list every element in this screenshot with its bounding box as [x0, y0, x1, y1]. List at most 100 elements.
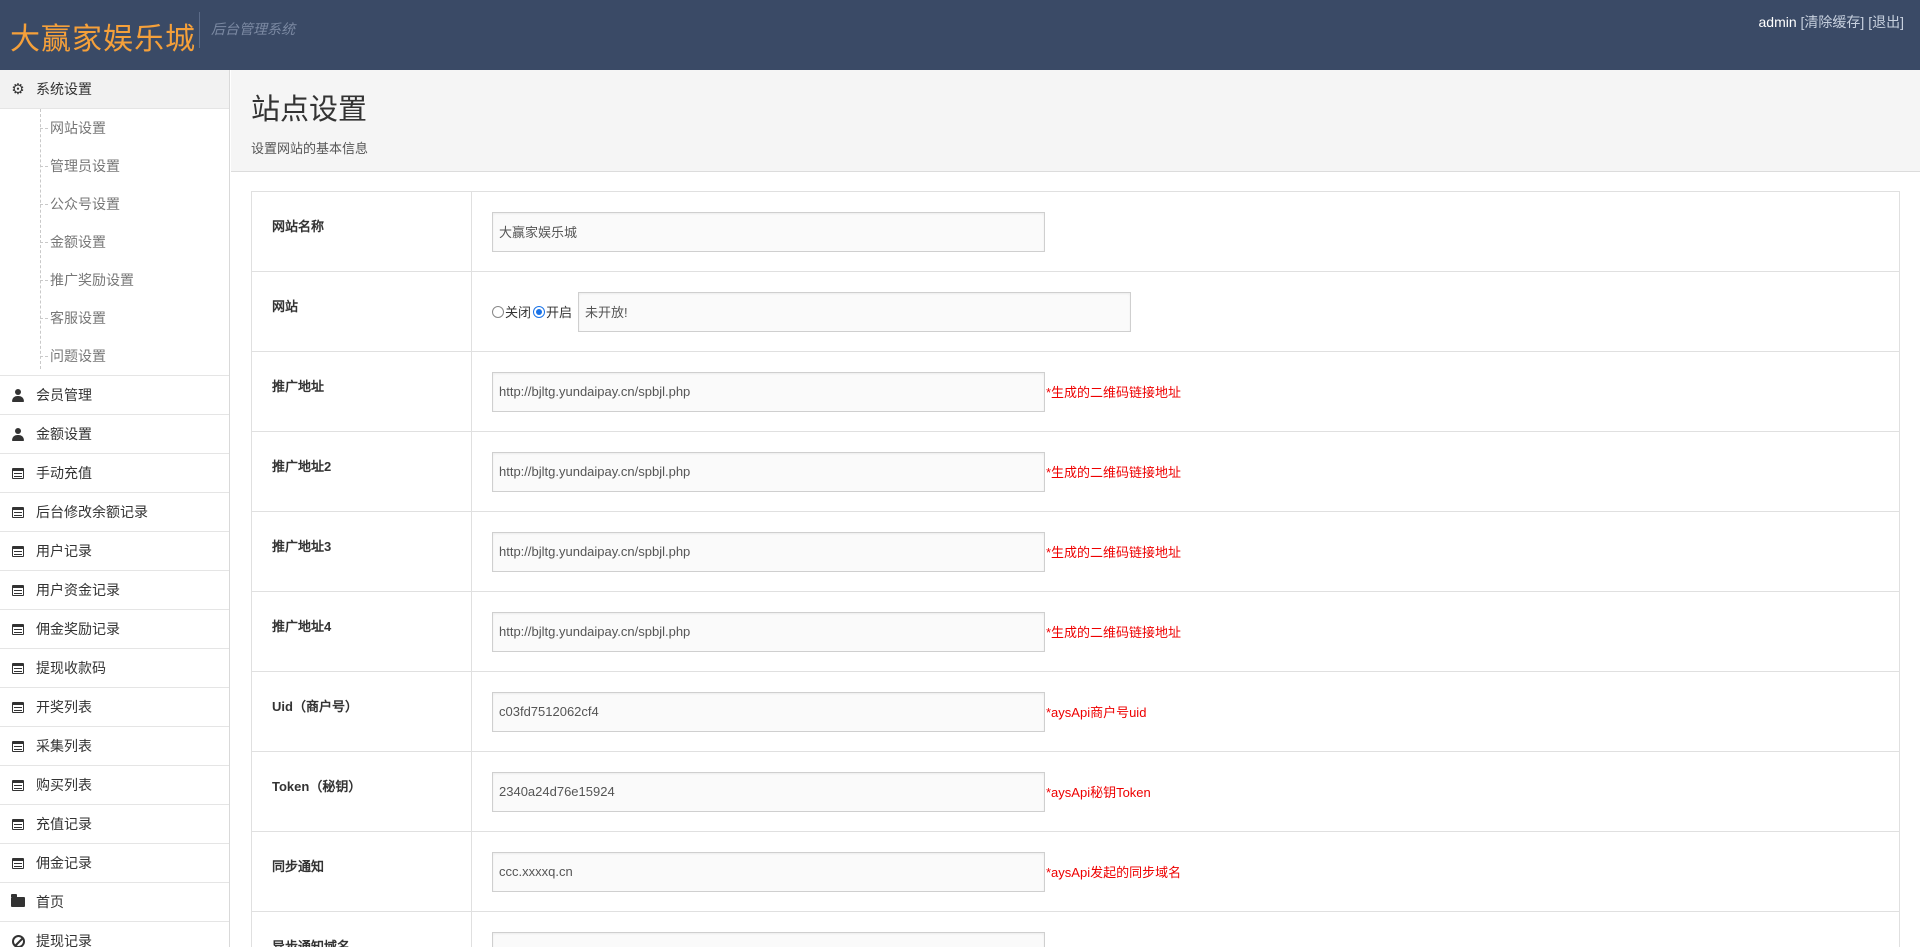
ban-icon — [10, 934, 26, 947]
field-hint: *生成的二维码链接地址 — [1046, 385, 1182, 400]
closed-message-input[interactable] — [578, 291, 1132, 332]
submenu-item-site-settings[interactable]: 网站设置 — [0, 109, 229, 147]
field-hint: *aysApi发起的同步域名 — [1046, 865, 1182, 880]
user-icon — [10, 427, 26, 441]
sidebar-item-collect-list[interactable]: 采集列表 — [0, 727, 229, 766]
system-subtitle: 后台管理系统 — [211, 21, 295, 37]
field-hint: *aysApi秘钥Token — [1046, 785, 1151, 800]
page-title: 站点设置 — [251, 92, 368, 126]
sidebar-item-label: 系统设置 — [36, 81, 92, 97]
sidebar-item-withdraw-records[interactable]: 提现记录 — [0, 922, 229, 947]
field-label: Uid（商户号） — [252, 672, 472, 751]
promo-url-3-input[interactable] — [492, 531, 1045, 572]
field-label: Token（秘钥） — [252, 752, 472, 831]
field-hint: *生成的二维码链接地址 — [1046, 465, 1182, 480]
logout-link[interactable]: [退出] — [1868, 14, 1904, 30]
field-label: 同步通知 — [252, 832, 472, 911]
clear-cache-link[interactable]: [清除缓存] — [1801, 14, 1865, 30]
radio-label: 关闭 — [505, 305, 532, 320]
submenu-item-amount-settings[interactable]: 金额设置 — [0, 223, 229, 261]
sidebar-item-label: 用户记录 — [36, 543, 92, 559]
field-label: 推广地址4 — [252, 592, 472, 671]
radio-label: 开启 — [546, 305, 573, 320]
sidebar-item-recharge-records[interactable]: 充值记录 — [0, 805, 229, 844]
async-notify-input[interactable] — [492, 931, 1045, 947]
sidebar-item-system-settings[interactable]: ⚙ 系统设置 — [0, 70, 229, 109]
calendar-icon — [10, 583, 26, 597]
sidebar-item-commission-records[interactable]: 佣金记录 — [0, 844, 229, 883]
page-header: 站点设置 设置网站的基本信息 — [231, 70, 1920, 172]
sidebar-item-label: 手动充值 — [36, 465, 92, 481]
user-area: admin [清除缓存] [退出] — [1759, 12, 1904, 32]
sidebar-item-label: 充值记录 — [36, 816, 92, 832]
sidebar-item-balance-change-log[interactable]: 后台修改余额记录 — [0, 493, 229, 532]
submenu-item-promo-reward-settings[interactable]: 推广奖励设置 — [0, 261, 229, 299]
form-row-promo-url-3: 推广地址3 *生成的二维码链接地址 — [252, 512, 1899, 592]
folder-open-icon — [10, 894, 26, 909]
sidebar-item-user-records[interactable]: 用户记录 — [0, 532, 229, 571]
form-row-promo-url-4: 推广地址4 *生成的二维码链接地址 — [252, 592, 1899, 672]
submenu-item-wechat-settings[interactable]: 公众号设置 — [0, 185, 229, 223]
sidebar-item-label: 佣金奖励记录 — [36, 621, 120, 637]
site-on-radio[interactable]: 开启 — [533, 302, 572, 321]
sidebar-item-commission-rewards[interactable]: 佣金奖励记录 — [0, 610, 229, 649]
form-row-promo-url-2: 推广地址2 *生成的二维码链接地址 — [252, 432, 1899, 512]
calendar-icon — [10, 661, 26, 675]
token-input[interactable] — [492, 771, 1045, 812]
submenu-item-faq-settings[interactable]: 问题设置 — [0, 337, 229, 375]
field-hint: *生成的二维码链接地址 — [1046, 625, 1182, 640]
field-label: 推广地址3 — [252, 512, 472, 591]
submenu-item-support-settings[interactable]: 客服设置 — [0, 299, 229, 337]
username: admin — [1758, 14, 1797, 30]
page-description: 设置网站的基本信息 — [251, 141, 369, 156]
site-name-input[interactable] — [492, 211, 1045, 252]
gear-icon: ⚙ — [11, 80, 25, 98]
calendar-icon — [10, 544, 26, 558]
calendar-icon — [10, 466, 26, 480]
sidebar-item-user-funds[interactable]: 用户资金记录 — [0, 571, 229, 610]
field-hint: *aysApi商户号uid — [1046, 705, 1147, 720]
promo-url-4-input[interactable] — [492, 611, 1045, 652]
user-icon — [10, 388, 26, 402]
header-divider — [199, 12, 200, 48]
sidebar-item-label: 开奖列表 — [36, 699, 92, 715]
calendar-icon — [10, 700, 26, 714]
promo-url-2-input[interactable] — [492, 451, 1045, 492]
brand-logo[interactable]: 大赢家娱乐城 — [10, 14, 196, 58]
sidebar-item-manual-recharge[interactable]: 手动充值 — [0, 454, 229, 493]
radio-button[interactable] — [492, 305, 504, 318]
sidebar-item-home[interactable]: 首页 — [0, 883, 229, 922]
system-settings-submenu: 网站设置 管理员设置 公众号设置 金额设置 推广奖励设置 客服设置 问题设置 — [0, 109, 229, 376]
radio-button-selected[interactable] — [533, 305, 546, 318]
calendar-icon — [10, 778, 26, 792]
sidebar-item-draw-list[interactable]: 开奖列表 — [0, 688, 229, 727]
field-hint: *生成的二维码链接地址 — [1046, 545, 1182, 560]
form-row-token: Token（秘钥） *aysApi秘钥Token — [252, 752, 1899, 832]
submenu-item-admin-settings[interactable]: 管理员设置 — [0, 147, 229, 185]
calendar-icon — [10, 622, 26, 636]
sidebar-item-purchase-list[interactable]: 购买列表 — [0, 766, 229, 805]
sidebar-item-members[interactable]: 会员管理 — [0, 376, 229, 415]
sidebar-item-withdraw-qrcode[interactable]: 提现收款码 — [0, 649, 229, 688]
field-label: 异步通知域名 — [252, 912, 472, 947]
sidebar-item-label: 金额设置 — [36, 426, 92, 442]
promo-url-input[interactable] — [492, 371, 1045, 412]
field-label: 网站名称 — [252, 192, 472, 271]
form-row-sync-notify: 同步通知 *aysApi发起的同步域名 — [252, 832, 1899, 912]
calendar-icon — [10, 856, 26, 870]
sidebar-item-label: 采集列表 — [36, 738, 92, 754]
form-row-site-status: 网站 关闭 开启 — [252, 272, 1899, 352]
sidebar-item-label: 购买列表 — [36, 777, 92, 793]
form-row-async-notify: 异步通知域名 — [252, 912, 1899, 947]
sidebar-item-label: 后台修改余额记录 — [36, 504, 148, 520]
settings-form: 网站名称 网站 关闭 开启 推广地址 — [251, 191, 1900, 947]
uid-input[interactable] — [492, 691, 1045, 732]
field-label: 推广地址2 — [252, 432, 472, 511]
form-row-site-name: 网站名称 — [252, 192, 1899, 272]
form-row-promo-url: 推广地址 *生成的二维码链接地址 — [252, 352, 1899, 432]
top-header: 大赢家娱乐城 后台管理系统 admin [清除缓存] [退出] — [0, 0, 1920, 70]
site-off-radio[interactable]: 关闭 — [492, 302, 531, 321]
sidebar-item-label: 佣金记录 — [36, 855, 92, 871]
sidebar-item-amount-settings[interactable]: 金额设置 — [0, 415, 229, 454]
sync-notify-input[interactable] — [492, 851, 1045, 892]
